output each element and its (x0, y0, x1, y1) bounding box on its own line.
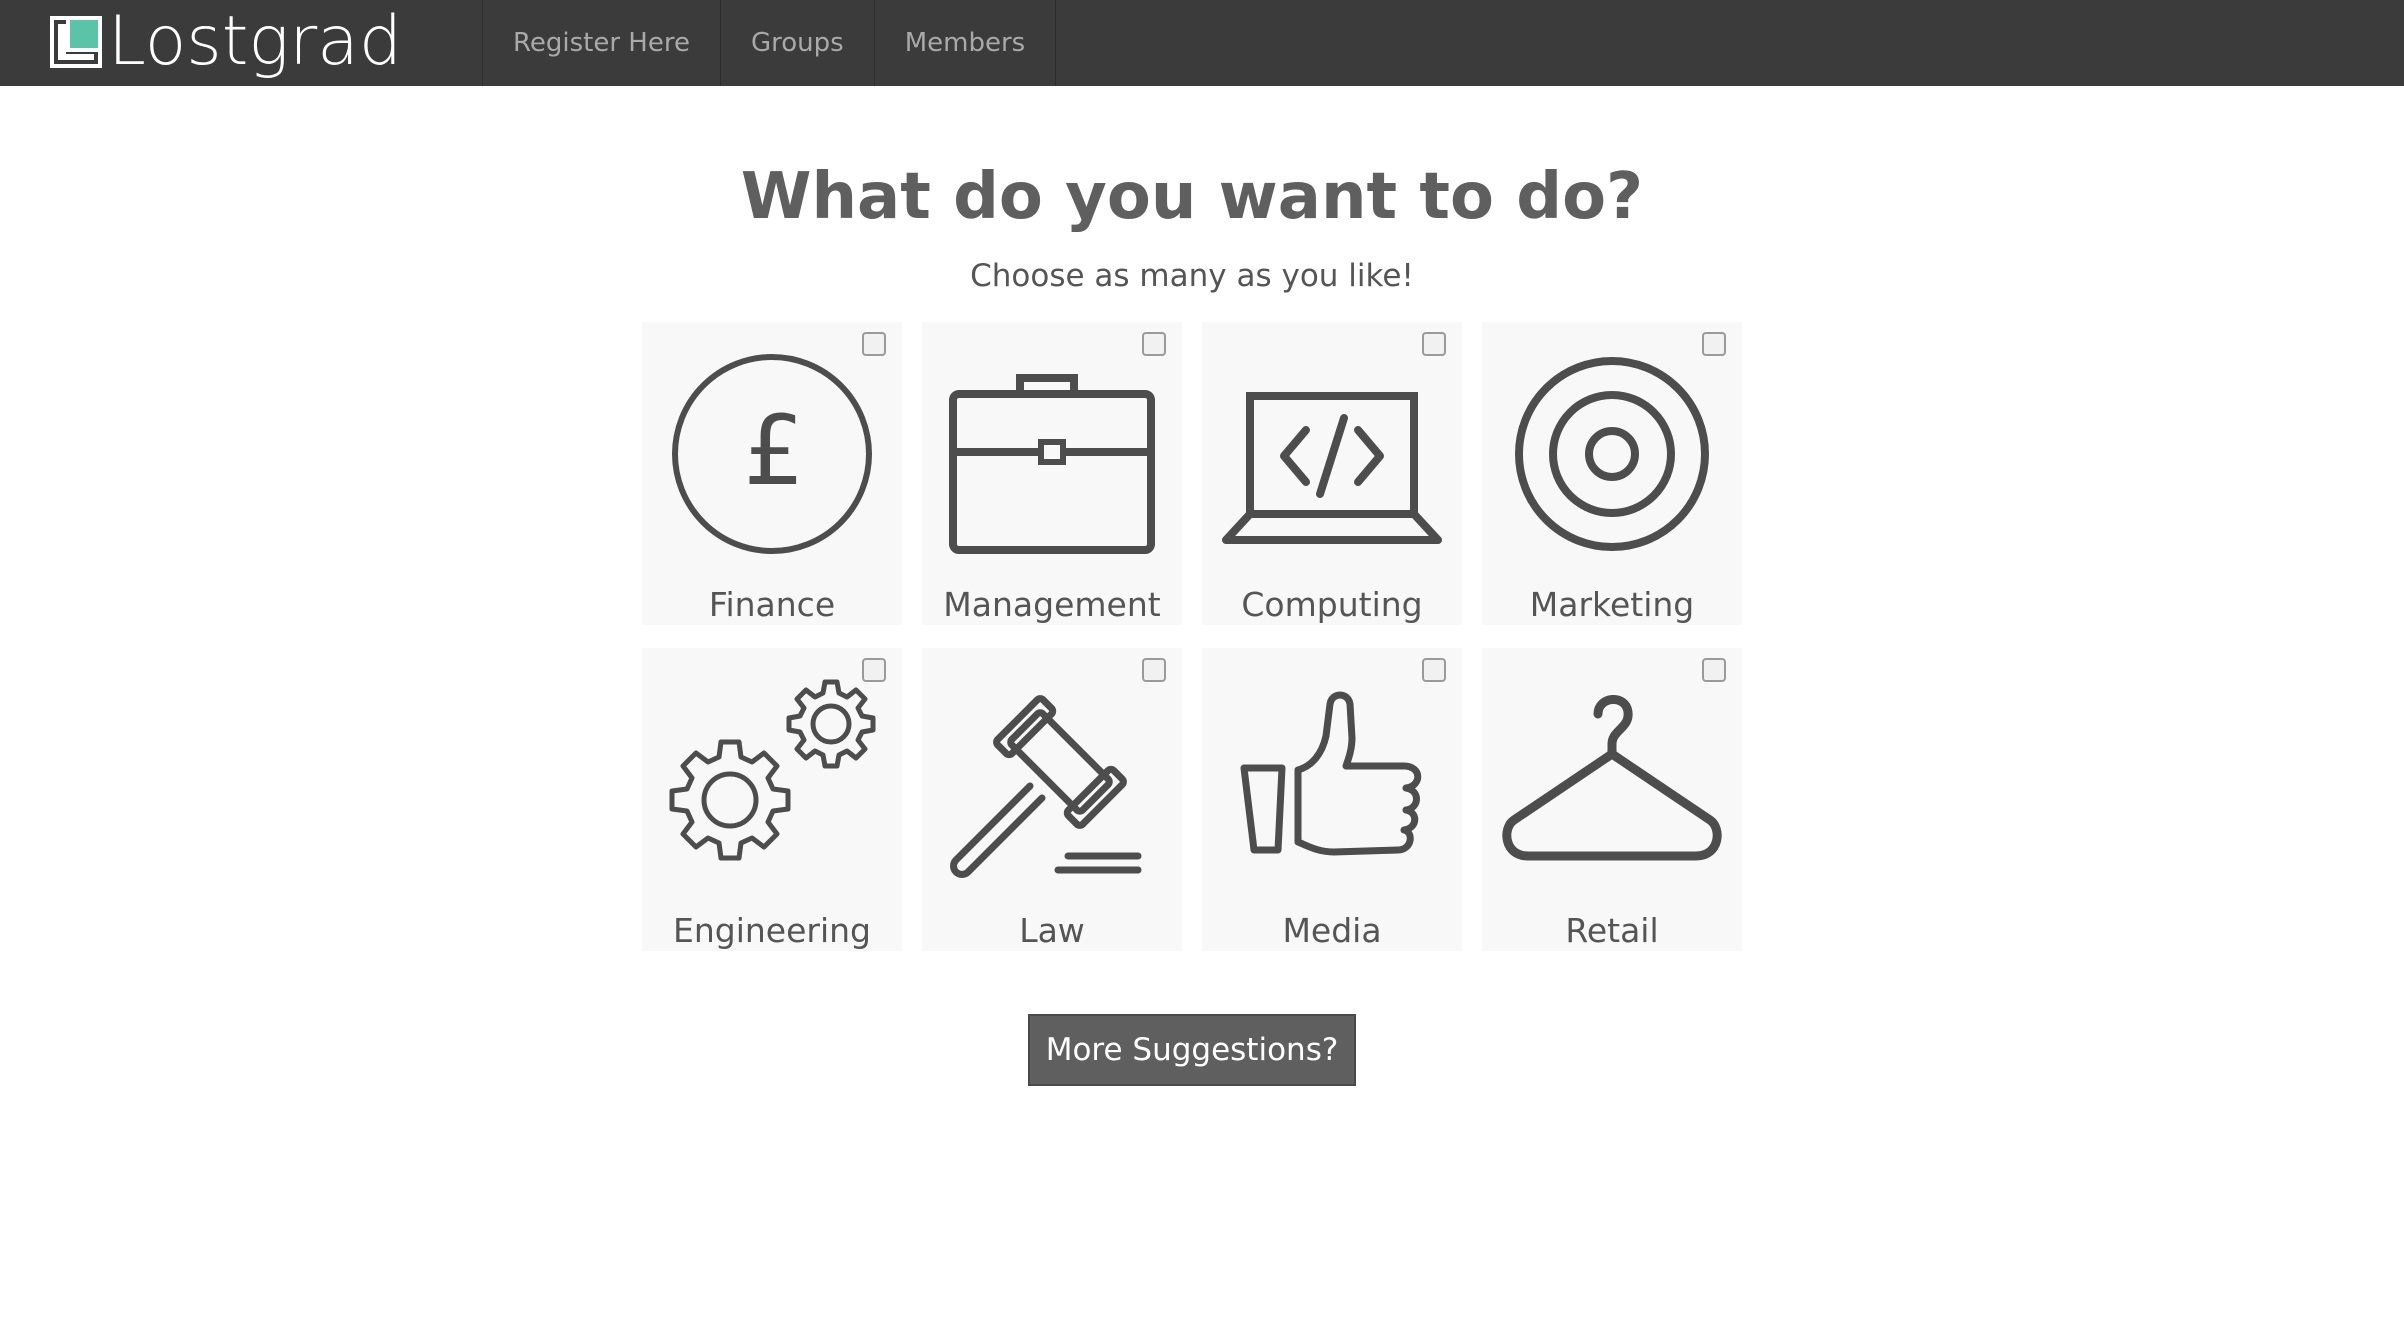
option-label: Law (1019, 911, 1085, 950)
pound-icon: £ (662, 344, 882, 564)
option-label: Finance (708, 585, 836, 624)
briefcase-icon (942, 344, 1162, 564)
target-icon (1502, 344, 1722, 564)
option-card-computing[interactable]: Computing (1202, 322, 1462, 625)
nav-members-link[interactable]: Members (875, 0, 1057, 86)
nav-links: Register Here Groups Members (482, 0, 1057, 86)
hanger-icon (1502, 670, 1722, 890)
gears-icon (662, 670, 882, 890)
option-card-finance[interactable]: £ Finance (642, 322, 902, 625)
option-label: Media (1282, 911, 1382, 950)
nav-groups-link[interactable]: Groups (721, 0, 875, 86)
nav-register-link[interactable]: Register Here (483, 0, 721, 86)
brand-logo-link[interactable]: Lostgrad (50, 6, 402, 78)
option-label: Management (943, 585, 1161, 624)
laptop-code-icon (1222, 344, 1442, 564)
brand-name: Lostgrad (108, 2, 402, 81)
more-suggestions-button[interactable]: More Suggestions? (1028, 1014, 1356, 1086)
option-label: Engineering (673, 911, 871, 950)
option-card-management[interactable]: Management (922, 322, 1182, 625)
option-card-media[interactable]: Media (1202, 648, 1462, 951)
option-label: Computing (1241, 585, 1423, 624)
option-card-marketing[interactable]: Marketing (1482, 322, 1742, 625)
lostgrad-logo-icon (50, 16, 102, 68)
option-label: Marketing (1529, 585, 1695, 624)
option-card-law[interactable]: Law (922, 648, 1182, 951)
option-label: Retail (1565, 911, 1659, 950)
svg-text:£: £ (743, 395, 804, 507)
thumbs-up-icon (1222, 670, 1442, 890)
option-card-retail[interactable]: Retail (1482, 648, 1742, 951)
top-navbar: Lostgrad Register Here Groups Members (0, 0, 2404, 86)
gavel-icon (942, 670, 1162, 890)
option-card-engineering[interactable]: Engineering (642, 648, 902, 951)
page-subtitle: Choose as many as you like! (970, 258, 1414, 294)
page-title: What do you want to do? (740, 160, 1644, 234)
